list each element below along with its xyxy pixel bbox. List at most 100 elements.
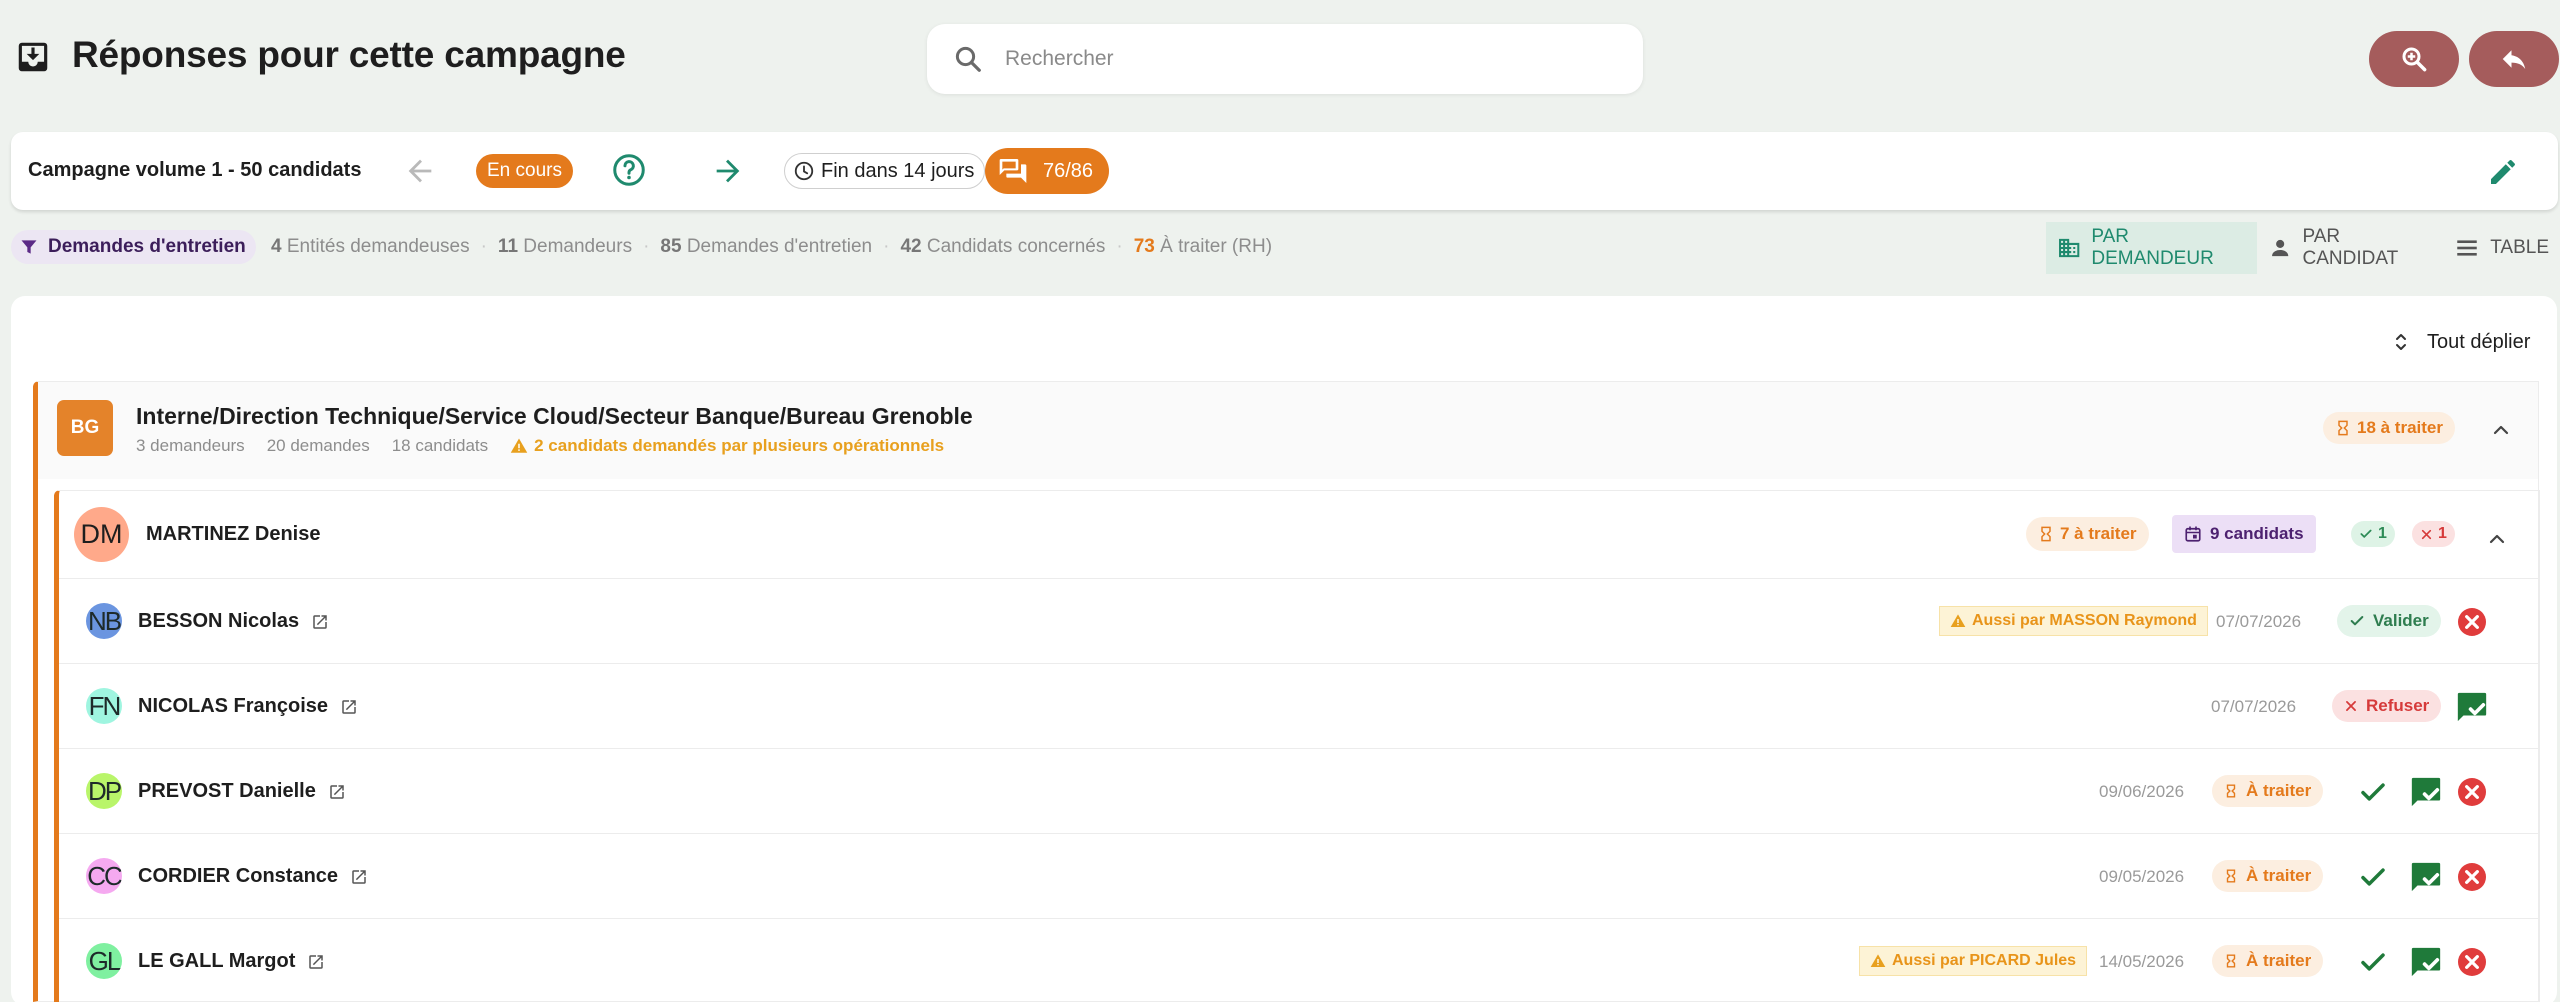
also-requested-badge: Aussi par MASSON Raymond — [1939, 606, 2208, 636]
candidate-name-link[interactable]: CORDIER Constance — [138, 865, 368, 888]
chat-check-icon[interactable] — [2409, 860, 2443, 894]
also-requested-label: Aussi par MASSON Raymond — [1972, 612, 2197, 629]
also-requested-label: Aussi par PICARD Jules — [1892, 952, 2077, 969]
status-refused-badge: Refuser — [2332, 690, 2442, 722]
request-date: 09/06/2026 — [2099, 782, 2185, 801]
candidate-name-link[interactable]: NICOLAS Françoise — [138, 695, 358, 718]
calendar-icon — [2185, 526, 2201, 542]
external-link-icon[interactable] — [307, 953, 325, 971]
check-icon[interactable] — [2358, 862, 2388, 892]
candidate-name: BESSON Nicolas — [138, 610, 300, 632]
building-icon — [2059, 238, 2080, 258]
cancel-circle-icon[interactable] — [2456, 606, 2488, 638]
chat-icon — [999, 159, 1027, 183]
check-icon — [2360, 529, 2372, 538]
stat-label: Entités demandeuses — [286, 236, 470, 257]
arrow-right-icon[interactable] — [711, 154, 745, 188]
chat-check-icon[interactable] — [2455, 690, 2489, 724]
stat-label: À traiter (RH) — [1160, 236, 1273, 257]
pencil-icon[interactable] — [2487, 156, 2519, 188]
candidate-name-link[interactable]: PREVOST Danielle — [138, 780, 346, 803]
requester-section: DM MARTINEZ Denise 7 à traiter 9 candida… — [54, 490, 2540, 1002]
end-date-label: Fin dans 14 jours — [821, 159, 975, 182]
status-label: À traiter — [2246, 781, 2312, 800]
also-requested-badge: Aussi par PICARD Jules — [1859, 946, 2088, 976]
entity-avatar: BG — [57, 400, 113, 456]
external-link-icon[interactable] — [350, 868, 368, 886]
unfold-icon — [2396, 334, 2406, 350]
status-validated-badge: Valider — [2337, 605, 2441, 637]
warning-icon — [510, 438, 528, 453]
status-badge: En cours — [476, 154, 573, 188]
expand-all-label: Tout déplier — [2427, 330, 2531, 353]
entity-pending-label: 18 à traiter — [2357, 418, 2443, 437]
back-button[interactable] — [2469, 31, 2559, 87]
status-label: Valider — [2373, 611, 2429, 630]
candidate-name-link[interactable]: LE GALL Margot — [138, 950, 325, 973]
view-by-candidate-button[interactable]: PAR CANDIDAT — [2257, 222, 2443, 274]
chevron-up-icon[interactable] — [2489, 418, 2513, 442]
responses-button[interactable]: 76/86 — [985, 148, 1110, 194]
chevron-up-icon[interactable] — [2485, 527, 2509, 551]
stat-value: 85 — [660, 236, 682, 257]
expand-all-button[interactable]: Tout déplier — [2389, 330, 2530, 354]
candidate-name-link[interactable]: BESSON Nicolas — [138, 610, 329, 633]
entity-requesters: 3 demandeurs — [136, 436, 245, 455]
status-pending-badge: À traiter — [2212, 945, 2324, 977]
end-date-chip: Fin dans 14 jours — [784, 153, 986, 189]
filter-chip[interactable]: Demandes d'entretien — [11, 230, 256, 264]
stats-summary: 4 Entités demandeuses · 11 Demandeurs · … — [271, 236, 1273, 257]
search-icon — [955, 46, 981, 72]
clock-icon — [794, 161, 814, 181]
view-by-candidate-label: PAR CANDIDAT — [2302, 226, 2399, 269]
view-table-button[interactable]: TABLE — [2443, 222, 2560, 274]
candidate-avatar: GL — [86, 943, 122, 979]
chat-check-icon[interactable] — [2409, 945, 2443, 979]
cancel-circle-icon[interactable] — [2456, 861, 2488, 893]
zoom-in-icon — [2402, 47, 2427, 72]
entity-warning: 2 candidats demandés par plusieurs opéra… — [534, 436, 945, 455]
candidate-row[interactable]: CC CORDIER Constance 09/05/2026 À traite… — [59, 834, 2539, 919]
entity-requests: 20 demandes — [266, 436, 370, 455]
entity-group-header[interactable]: BG Interne/Direction Technique/Service C… — [38, 382, 2538, 479]
candidate-name: CORDIER Constance — [138, 865, 339, 887]
requester-pending-label: 7 à traiter — [2060, 524, 2137, 543]
candidate-avatar: DP — [86, 773, 122, 809]
hourglass-icon — [2041, 526, 2051, 542]
status-pending-badge: À traiter — [2212, 860, 2324, 892]
cancel-circle-icon[interactable] — [2456, 776, 2488, 808]
view-table-label: TABLE — [2490, 237, 2549, 258]
requester-header[interactable]: DM MARTINEZ Denise 7 à traiter 9 candida… — [59, 491, 2539, 579]
view-by-requester-button[interactable]: PAR DEMANDEUR — [2046, 222, 2258, 274]
requester-candidates-badge: 9 candidats — [2172, 515, 2316, 553]
external-link-icon[interactable] — [328, 783, 346, 801]
entity-meta: 3 demandeurs 20 demandes 18 candidats 2 … — [136, 436, 966, 456]
page-header: Réponses pour cette campagne — [0, 0, 2560, 118]
filter-icon — [21, 240, 37, 254]
warning-icon — [1870, 954, 1886, 967]
candidate-row[interactable]: GL LE GALL Margot Aussi par PICARD Jules… — [59, 919, 2539, 1002]
candidate-row[interactable]: NB BESSON Nicolas Aussi par MASSON Raymo… — [59, 579, 2539, 664]
check-icon[interactable] — [2358, 947, 2388, 977]
check-icon[interactable] — [2358, 777, 2388, 807]
candidate-row[interactable]: FN NICOLAS Françoise 07/07/2026 Refuser — [59, 664, 2539, 749]
stat-value: 11 — [497, 236, 519, 257]
requester-pending-badge: 7 à traiter — [2026, 517, 2149, 551]
entity-group: BG Interne/Direction Technique/Service C… — [33, 381, 2540, 1002]
responses-count: 76/86 — [1043, 159, 1094, 182]
view-by-requester-label: PAR DEMANDEUR — [2091, 226, 2214, 269]
cancel-circle-icon[interactable] — [2456, 946, 2488, 978]
external-link-icon[interactable] — [311, 613, 329, 631]
candidate-row[interactable]: DP PREVOST Danielle 09/06/2026 À traiter — [59, 749, 2539, 834]
help-circle-icon[interactable] — [611, 152, 647, 188]
zoom-button[interactable] — [2369, 31, 2459, 87]
search-box[interactable] — [927, 24, 1643, 94]
request-date: 07/07/2026 — [2216, 612, 2302, 631]
request-date: 09/05/2026 — [2099, 867, 2185, 886]
external-link-icon[interactable] — [340, 698, 358, 716]
chat-check-icon[interactable] — [2409, 775, 2443, 809]
status-label: À traiter — [2246, 866, 2312, 885]
search-input[interactable] — [1005, 24, 1605, 94]
arrow-left-icon[interactable] — [403, 154, 437, 188]
stat-value: 42 — [900, 236, 922, 257]
